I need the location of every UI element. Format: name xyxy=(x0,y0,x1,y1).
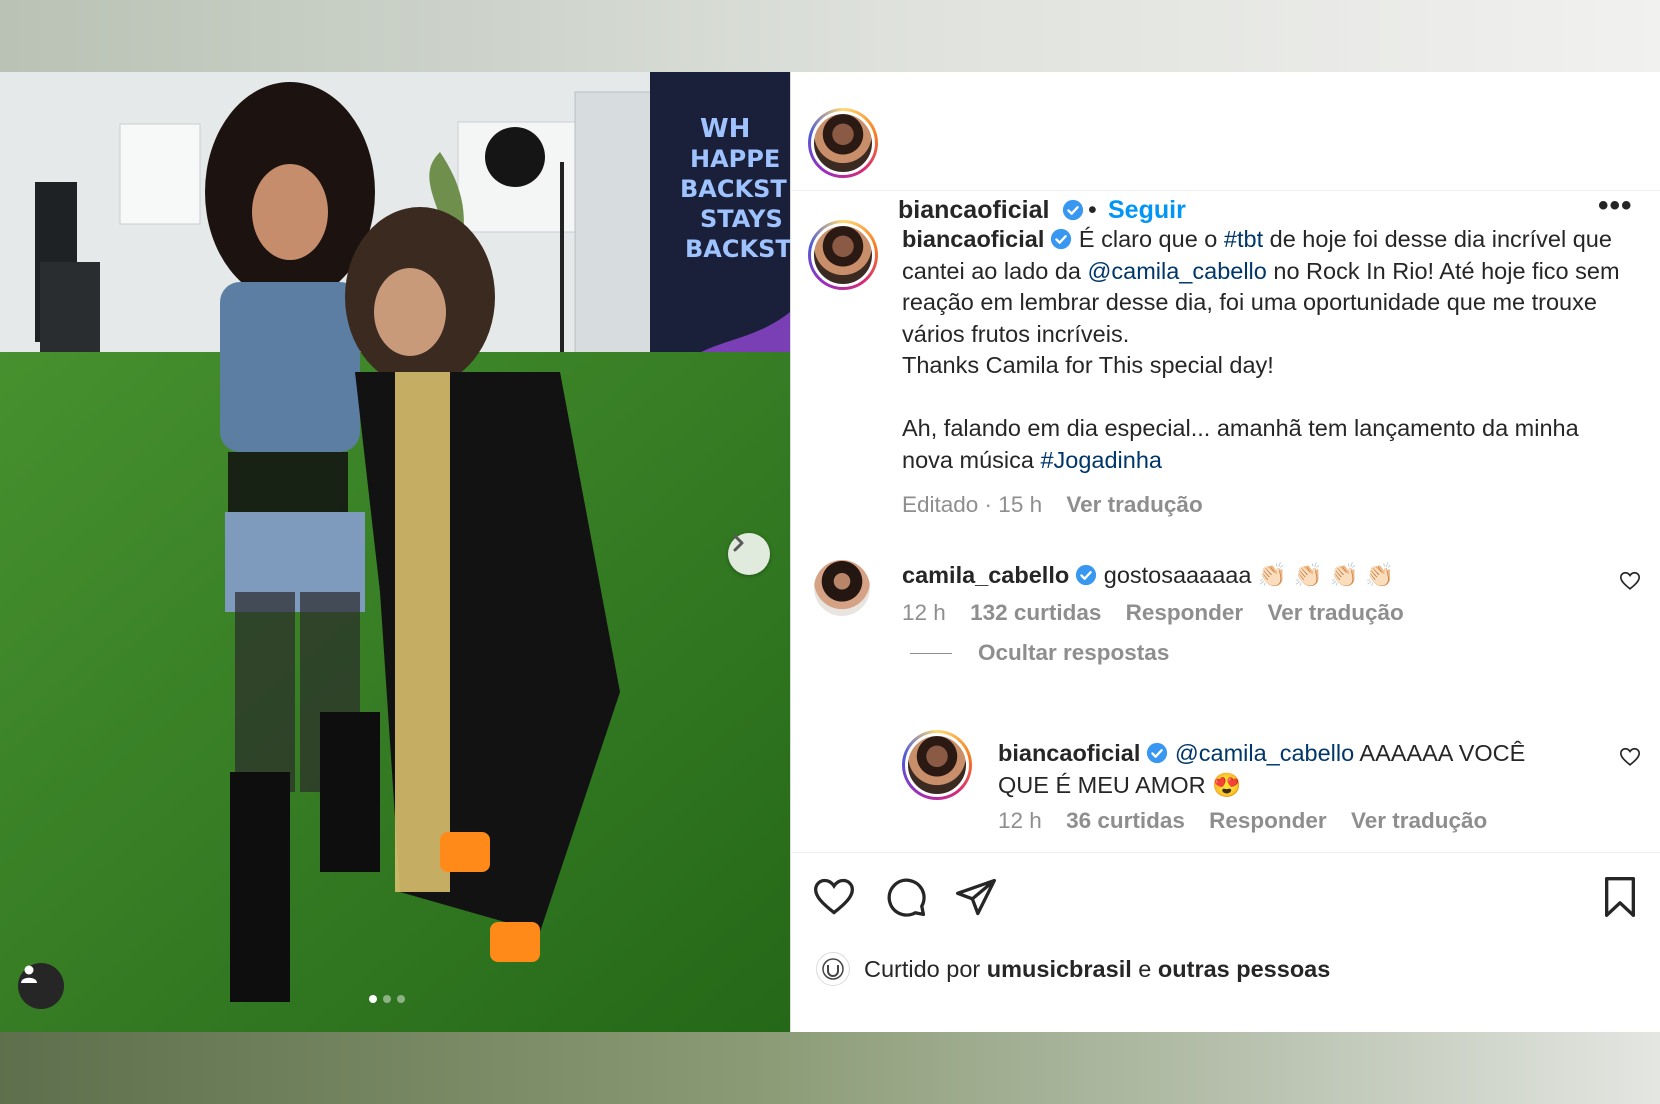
carousel-next-button[interactable] xyxy=(728,533,770,575)
svg-text:BACKST: BACKST xyxy=(680,175,787,203)
share-send-icon[interactable] xyxy=(954,875,998,919)
mention-camila-link[interactable]: @camila_cabello xyxy=(1088,258,1267,284)
reply-like-heart-icon[interactable] xyxy=(1619,746,1641,768)
liked-by-prefix: Curtido por xyxy=(864,956,987,982)
instagram-post-card: WH HAPPE BACKST STAYS BACKST biancaofici… xyxy=(0,72,1660,1032)
reply-username[interactable]: biancaoficial xyxy=(998,740,1140,766)
user-icon xyxy=(21,965,37,983)
reply-reply-button[interactable]: Responder xyxy=(1209,808,1327,833)
verified-badge-icon xyxy=(1051,228,1072,250)
comment-meta: 12 h 132 curtidas Responder Ver tradução xyxy=(902,600,1422,626)
photo-illustration: WH HAPPE BACKST STAYS BACKST xyxy=(0,72,790,1032)
reply-item: biancaoficial @camila_cabello AAAAAA VOC… xyxy=(998,738,1578,801)
umusic-logo-icon xyxy=(822,958,844,980)
post-caption: biancaoficial É claro que o #tbt de hoje… xyxy=(902,224,1622,476)
reply-meta: 12 h 36 curtidas Responder Ver tradução xyxy=(998,808,1505,834)
header-username[interactable]: biancaoficial xyxy=(898,196,1084,225)
bookmark-save-icon[interactable] xyxy=(1600,875,1640,919)
hashtag-jogadinha-link[interactable]: #Jogadinha xyxy=(1040,447,1162,473)
more-options-button[interactable]: ••• xyxy=(1598,191,1633,221)
verified-badge-icon xyxy=(1076,564,1097,586)
actions-divider xyxy=(790,852,1660,853)
caption-avatar[interactable] xyxy=(808,220,878,290)
avatar-image xyxy=(811,223,875,287)
comment-username[interactable]: camila_cabello xyxy=(902,562,1069,588)
comment-text: gostosaaaaaa 👏🏻 👏🏻 👏🏻 👏🏻 xyxy=(1103,562,1395,588)
comment-translate-link[interactable]: Ver tradução xyxy=(1267,600,1403,625)
carousel-dot-2 xyxy=(383,995,391,1003)
carousel-indicator xyxy=(369,995,405,1003)
follow-button[interactable]: Seguir xyxy=(1108,196,1186,225)
tagged-users-button[interactable] xyxy=(18,963,64,1009)
caption-translate-link[interactable]: Ver tradução xyxy=(1066,492,1202,517)
svg-text:WH: WH xyxy=(700,114,750,144)
reply-avatar[interactable] xyxy=(902,730,972,800)
reply-translate-link[interactable]: Ver tradução xyxy=(1351,808,1487,833)
avatar-image xyxy=(905,733,969,797)
header-username-text: biancaoficial xyxy=(898,196,1050,224)
svg-text:STAYS: STAYS xyxy=(700,205,783,233)
comment-item: camila_cabello gostosaaaaaa 👏🏻 👏🏻 👏🏻 👏🏻 xyxy=(902,560,1582,592)
reply-likes[interactable]: 36 curtidas xyxy=(1066,808,1185,833)
reply-time: 12 h xyxy=(998,808,1042,833)
comment-time: 12 h xyxy=(902,600,946,625)
svg-text:BACKST: BACKST xyxy=(685,235,790,263)
comment-bubble-icon[interactable] xyxy=(884,875,928,919)
carousel-dot-1 xyxy=(369,995,377,1003)
liker-avatar[interactable] xyxy=(816,952,850,986)
comment-reply-button[interactable]: Responder xyxy=(1126,600,1244,625)
liked-by-middle: e xyxy=(1131,956,1158,982)
reply-mention-link[interactable]: @camila_cabello xyxy=(1175,740,1354,766)
carousel-dot-3 xyxy=(397,995,405,1003)
avatar-image xyxy=(811,111,875,175)
liked-by-user-link[interactable]: umusicbrasil xyxy=(987,956,1132,982)
hashtag-tbt-link[interactable]: #tbt xyxy=(1224,226,1263,252)
top-background-band xyxy=(0,0,1660,72)
svg-text:HAPPE: HAPPE xyxy=(690,145,780,173)
hide-replies-line xyxy=(910,652,952,654)
comment-avatar[interactable] xyxy=(814,560,870,616)
liked-by-others-link[interactable]: outras pessoas xyxy=(1158,956,1330,982)
header-divider xyxy=(790,190,1660,191)
liked-by-text: Curtido por umusicbrasil e outras pessoa… xyxy=(864,956,1330,983)
comment-likes[interactable]: 132 curtidas xyxy=(970,600,1101,625)
hide-replies-button[interactable]: Ocultar respostas xyxy=(910,640,1169,666)
caption-meta: Editado · 15 h Ver tradução xyxy=(902,492,1221,518)
caption-username[interactable]: biancaoficial xyxy=(902,226,1044,252)
like-heart-icon[interactable] xyxy=(812,875,856,919)
hide-replies-label: Ocultar respostas xyxy=(978,640,1170,665)
caption-text-1: É claro que o xyxy=(1078,226,1224,252)
caption-text-4: Thanks Camila for This special day! xyxy=(902,352,1274,378)
post-photo[interactable]: WH HAPPE BACKST STAYS BACKST xyxy=(0,72,790,1032)
caption-text-5: Ah, falando em dia especial... amanhã te… xyxy=(902,415,1579,473)
verified-badge-icon xyxy=(1147,742,1168,764)
comment-like-heart-icon[interactable] xyxy=(1619,570,1641,592)
panel-divider xyxy=(790,72,791,1032)
verified-badge-icon xyxy=(1063,199,1084,221)
caption-edited-time: Editado · 15 h xyxy=(902,492,1043,517)
header-separator: • xyxy=(1088,196,1097,224)
chevron-right-icon xyxy=(733,534,744,552)
header-avatar[interactable] xyxy=(808,108,878,178)
